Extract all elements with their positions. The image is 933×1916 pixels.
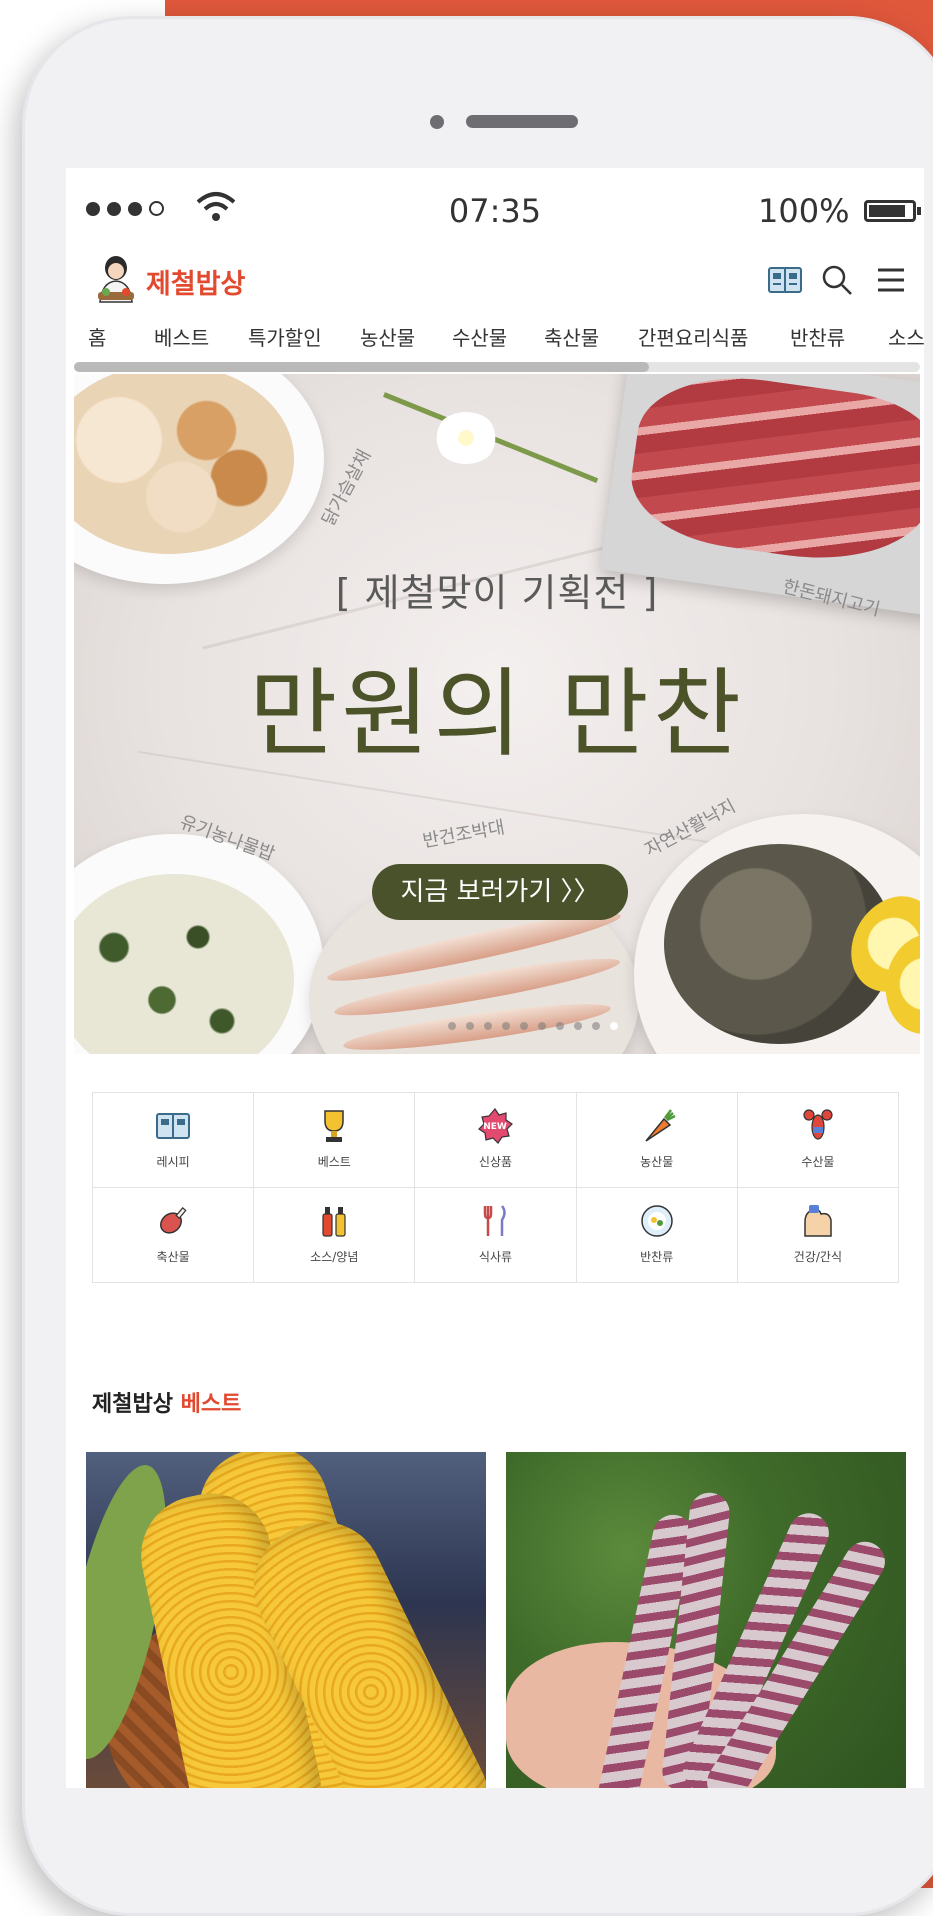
category-label: 건강/간식: [793, 1250, 842, 1264]
carousel-dot[interactable]: [502, 1022, 510, 1030]
carousel-dot[interactable]: [574, 1022, 582, 1030]
nav-scroll-thumb[interactable]: [74, 362, 649, 372]
nav-item-seafood[interactable]: 수산물: [452, 322, 507, 351]
category-meals[interactable]: 식사류: [415, 1188, 577, 1283]
chef-logo-icon[interactable]: [92, 252, 140, 304]
carousel-dot[interactable]: [520, 1022, 528, 1030]
category-health-snack[interactable]: 건강/간식: [737, 1188, 899, 1283]
lobster-icon: [803, 1109, 833, 1140]
carousel-dot[interactable]: [448, 1022, 456, 1030]
carousel-dots[interactable]: [448, 1022, 618, 1030]
rice-bowl-image: [74, 834, 324, 1054]
category-label: 수산물: [801, 1155, 835, 1169]
banner-subtitle: [ 제철맞이 기획전 ]: [335, 571, 659, 615]
new-badge-icon: NEW: [478, 1108, 514, 1144]
category-new[interactable]: NEW 신상품: [415, 1093, 577, 1188]
carousel-dot[interactable]: [610, 1022, 618, 1030]
menu-icon[interactable]: [872, 262, 910, 298]
phone-frame: 07:35 100% 제철밥상 홈 베스트 특가할인 농산물 수산물 축산물 간…: [22, 16, 933, 1916]
sauce-bottles-icon: [322, 1207, 346, 1237]
meat-icon: [160, 1207, 187, 1234]
category-label: 반찬류: [640, 1250, 674, 1264]
nav-item-special-sale[interactable]: 특가할인: [248, 322, 322, 351]
category-nav: 홈 베스트 특가할인 농산물 수산물 축산물 간편요리식품 반찬류 소스: [66, 318, 924, 360]
utensils-icon: [484, 1205, 507, 1236]
recipe-book-icon: [156, 1113, 191, 1139]
nav-item-best[interactable]: 베스트: [154, 322, 209, 351]
nav-item-sauce[interactable]: 소스: [888, 322, 924, 351]
carousel-dot[interactable]: [466, 1022, 474, 1030]
search-icon[interactable]: [818, 262, 856, 298]
app-header: 제철밥상: [66, 250, 924, 312]
category-livestock[interactable]: 축산물: [93, 1188, 255, 1283]
category-recipe[interactable]: 레시피: [93, 1093, 255, 1188]
muscle-icon: [804, 1205, 832, 1237]
best-title-accent: 베스트: [180, 1392, 242, 1417]
battery-icon: [864, 200, 921, 222]
category-label: 신상품: [478, 1155, 513, 1169]
nav-item-home[interactable]: 홈: [88, 322, 106, 351]
nav-item-livestock[interactable]: 축산물: [544, 322, 599, 351]
category-label: 농산물: [640, 1155, 674, 1169]
category-best[interactable]: 베스트: [254, 1093, 416, 1188]
front-sensor: [430, 115, 444, 129]
shop-now-button[interactable]: 지금 보러가기 〉〉: [372, 864, 628, 920]
trophy-icon: [324, 1110, 345, 1142]
nav-item-side-dish[interactable]: 반찬류: [790, 322, 845, 351]
category-agricultural[interactable]: 농산물: [576, 1093, 738, 1188]
best-title-prefix: 제철밥상: [92, 1392, 173, 1417]
category-label: 축산물: [156, 1250, 190, 1264]
svg-text:NEW: NEW: [484, 1122, 508, 1132]
category-label: 소스/양념: [310, 1250, 359, 1264]
category-side-dish[interactable]: 반찬류: [576, 1188, 738, 1283]
best-section-title: 제철밥상 베스트: [92, 1386, 241, 1418]
category-seafood[interactable]: 수산물: [737, 1093, 899, 1188]
phone-screen: 07:35 100% 제철밥상 홈 베스트 특가할인 농산물 수산물 축산물 간…: [66, 168, 924, 1788]
brand-logo-text[interactable]: 제철밥상: [146, 262, 245, 301]
category-label: 레시피: [156, 1155, 190, 1169]
category-label: 식사류: [478, 1250, 513, 1264]
banner-tag: 반건조박대: [421, 816, 507, 853]
category-grid: 레시피 베스트 NEW 신상품 농산물 수산물 축산물 소스/양념 식사류 반찬…: [92, 1092, 899, 1283]
battery-percentage: 100%: [758, 192, 850, 230]
product-card-corn[interactable]: [86, 1452, 486, 1788]
carousel-dot[interactable]: [556, 1022, 564, 1030]
chicken-bowl-image: [74, 374, 324, 584]
category-label: 베스트: [317, 1155, 351, 1169]
nav-item-agricultural[interactable]: 농산물: [360, 322, 415, 351]
nav-item-easy-meal[interactable]: 간편요리식품: [638, 322, 748, 351]
carrot-icon: [645, 1109, 676, 1142]
carousel-dot[interactable]: [484, 1022, 492, 1030]
plate-icon: [640, 1205, 673, 1237]
carousel-dot[interactable]: [538, 1022, 546, 1030]
status-bar: 07:35 100%: [66, 168, 924, 244]
recipe-book-icon[interactable]: [766, 262, 804, 298]
banner-title: 만원의 만찬: [248, 658, 746, 770]
product-card-beans[interactable]: [506, 1452, 906, 1788]
promo-banner[interactable]: 닭가슴살채 한돈돼지고기 유기농나물밥 반건조박대 자연산활낙지 [ 제철맞이 …: [74, 374, 920, 1054]
flower-image: [434, 412, 498, 464]
earpiece-speaker: [466, 115, 578, 128]
carousel-dot[interactable]: [592, 1022, 600, 1030]
category-sauce[interactable]: 소스/양념: [254, 1188, 416, 1283]
